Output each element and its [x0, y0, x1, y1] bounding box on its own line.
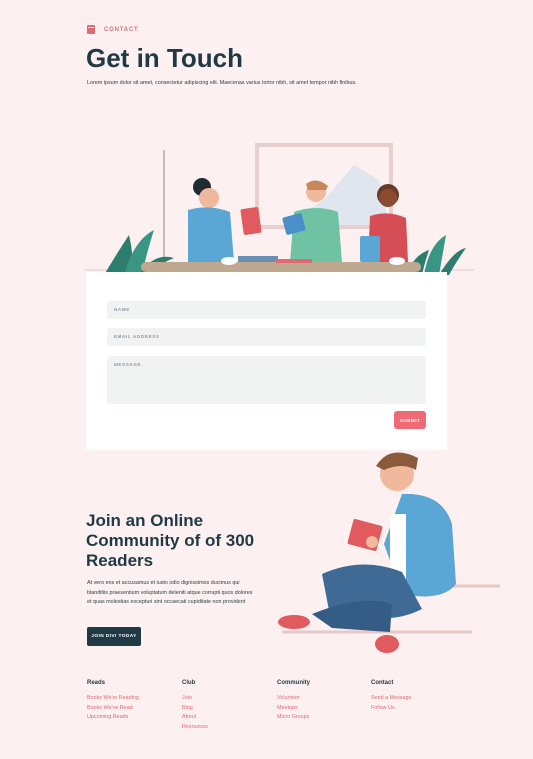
name-field[interactable]: NAME: [107, 301, 426, 319]
footer-link[interactable]: Follow Us: [371, 704, 461, 714]
footer-link[interactable]: Books We've Read: [87, 704, 177, 714]
footer-column-contact: Contact Send a Message Follow Us: [371, 680, 461, 713]
footer-column-club: Club Join Blog About Resources: [182, 680, 272, 732]
kicker-label: CONTACT: [104, 26, 139, 33]
name-placeholder: NAME: [114, 307, 130, 312]
submit-button[interactable]: SUBMIT: [394, 411, 426, 429]
footer-column-community: Community Volunteer Meetups Micro Groups: [277, 680, 367, 723]
email-field[interactable]: EMAIL ADDRESS: [107, 328, 426, 346]
footer-link[interactable]: Upcoming Reads: [87, 713, 177, 723]
section-kicker: CONTACT: [87, 25, 138, 34]
footer-link[interactable]: Blog: [182, 704, 272, 714]
footer-link[interactable]: Micro Groups: [277, 713, 367, 723]
footer-link[interactable]: Books We're Reading: [87, 694, 177, 704]
footer-heading: Contact: [371, 680, 394, 686]
email-placeholder: EMAIL ADDRESS: [114, 334, 160, 339]
footer-link[interactable]: About: [182, 713, 272, 723]
join-button[interactable]: JOIN DIVI TODAY: [87, 627, 141, 646]
footer-link[interactable]: Meetups: [277, 704, 367, 714]
footer-heading: Club: [182, 680, 196, 686]
page-title: Get in Touch: [86, 43, 243, 73]
community-title: Join an Online Community of of 300 Reade…: [86, 511, 255, 570]
reader-illustration: [278, 452, 500, 653]
footer-column-reads: Reads Books We're Reading Books We've Re…: [87, 680, 177, 723]
message-field[interactable]: MESSAGE: [107, 356, 426, 404]
footer-heading: Community: [277, 680, 310, 686]
book-icon: [87, 25, 95, 34]
footer-link[interactable]: Join: [182, 694, 272, 704]
message-placeholder: MESSAGE: [114, 362, 142, 367]
footer-heading: Reads: [87, 680, 106, 686]
footer-link[interactable]: Resources: [182, 723, 272, 733]
intro-text: Lorem ipsum dolor sit amet, consectetur …: [87, 80, 357, 86]
book-club-illustration: [84, 143, 474, 275]
footer-link[interactable]: Volunteer: [277, 694, 367, 704]
footer-link[interactable]: Send a Message: [371, 694, 461, 704]
community-text: At vero eos et accusamus et iusto odio d…: [87, 580, 253, 605]
contact-form: NAME EMAIL ADDRESS MESSAGE SUBMIT: [86, 272, 447, 450]
